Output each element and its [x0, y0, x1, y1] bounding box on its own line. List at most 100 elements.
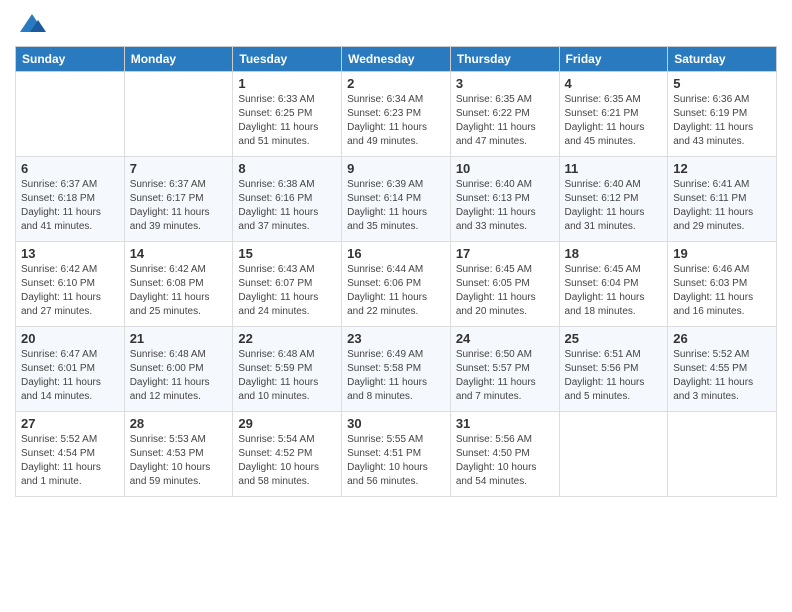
day-info: Sunrise: 6:44 AM Sunset: 6:06 PM Dayligh…	[347, 263, 445, 319]
day-number: 28	[130, 416, 228, 431]
calendar-cell: 18 Sunrise: 6:45 AM Sunset: 6:04 PM Dayli…	[559, 242, 668, 327]
weekday-header: Sunday	[16, 47, 125, 72]
day-number: 12	[673, 161, 771, 176]
day-number: 21	[130, 331, 228, 346]
day-number: 25	[565, 331, 663, 346]
day-info: Sunrise: 6:39 AM Sunset: 6:14 PM Dayligh…	[347, 178, 445, 234]
day-info: Sunrise: 6:47 AM Sunset: 6:01 PM Dayligh…	[21, 348, 119, 404]
weekday-header: Saturday	[668, 47, 777, 72]
weekday-row: SundayMondayTuesdayWednesdayThursdayFrid…	[16, 47, 777, 72]
day-number: 1	[238, 76, 336, 91]
day-number: 17	[456, 246, 554, 261]
day-number: 27	[21, 416, 119, 431]
day-info: Sunrise: 6:45 AM Sunset: 6:05 PM Dayligh…	[456, 263, 554, 319]
day-info: Sunrise: 6:46 AM Sunset: 6:03 PM Dayligh…	[673, 263, 771, 319]
weekday-header: Tuesday	[233, 47, 342, 72]
calendar-cell	[16, 72, 125, 157]
day-number: 24	[456, 331, 554, 346]
calendar-cell: 16 Sunrise: 6:44 AM Sunset: 6:06 PM Dayli…	[342, 242, 451, 327]
calendar-table: SundayMondayTuesdayWednesdayThursdayFrid…	[15, 46, 777, 497]
day-number: 15	[238, 246, 336, 261]
calendar-cell	[559, 412, 668, 497]
calendar-cell: 20 Sunrise: 6:47 AM Sunset: 6:01 PM Dayli…	[16, 327, 125, 412]
weekday-header: Monday	[124, 47, 233, 72]
calendar-cell: 12 Sunrise: 6:41 AM Sunset: 6:11 PM Dayli…	[668, 157, 777, 242]
day-number: 2	[347, 76, 445, 91]
day-number: 18	[565, 246, 663, 261]
calendar-cell: 4 Sunrise: 6:35 AM Sunset: 6:21 PM Daylig…	[559, 72, 668, 157]
calendar-week-row: 13Sunrise: 6:42 AM Sunset: 6:10 PM Dayli…	[16, 242, 777, 327]
day-number: 7	[130, 161, 228, 176]
day-number: 29	[238, 416, 336, 431]
calendar-cell	[668, 412, 777, 497]
calendar-cell: 21Sunrise: 6:48 AM Sunset: 6:00 PM Dayli…	[124, 327, 233, 412]
calendar-cell: 19 Sunrise: 6:46 AM Sunset: 6:03 PM Dayli…	[668, 242, 777, 327]
day-number: 26	[673, 331, 771, 346]
day-info: Sunrise: 5:52 AM Sunset: 4:55 PM Dayligh…	[673, 348, 771, 404]
calendar-body: 1 Sunrise: 6:33 AM Sunset: 6:25 PM Daylig…	[16, 72, 777, 497]
day-number: 16	[347, 246, 445, 261]
calendar-cell: 25 Sunrise: 6:51 AM Sunset: 5:56 PM Dayli…	[559, 327, 668, 412]
calendar-cell: 31 Sunrise: 5:56 AM Sunset: 4:50 PM Dayli…	[450, 412, 559, 497]
day-info: Sunrise: 6:50 AM Sunset: 5:57 PM Dayligh…	[456, 348, 554, 404]
day-info: Sunrise: 6:48 AM Sunset: 5:59 PM Dayligh…	[238, 348, 336, 404]
day-number: 11	[565, 161, 663, 176]
day-number: 20	[21, 331, 119, 346]
day-info: Sunrise: 6:51 AM Sunset: 5:56 PM Dayligh…	[565, 348, 663, 404]
calendar-cell: 24 Sunrise: 6:50 AM Sunset: 5:57 PM Dayli…	[450, 327, 559, 412]
day-info: Sunrise: 6:37 AM Sunset: 6:17 PM Dayligh…	[130, 178, 228, 234]
day-number: 5	[673, 76, 771, 91]
day-number: 14	[130, 246, 228, 261]
calendar-cell	[124, 72, 233, 157]
day-number: 23	[347, 331, 445, 346]
weekday-header: Friday	[559, 47, 668, 72]
day-info: Sunrise: 6:41 AM Sunset: 6:11 PM Dayligh…	[673, 178, 771, 234]
calendar-cell: 13Sunrise: 6:42 AM Sunset: 6:10 PM Dayli…	[16, 242, 125, 327]
calendar-cell: 6 Sunrise: 6:37 AM Sunset: 6:18 PM Daylig…	[16, 157, 125, 242]
day-number: 8	[238, 161, 336, 176]
calendar-cell: 9 Sunrise: 6:39 AM Sunset: 6:14 PM Daylig…	[342, 157, 451, 242]
day-number: 22	[238, 331, 336, 346]
day-number: 19	[673, 246, 771, 261]
calendar-cell: 27Sunrise: 5:52 AM Sunset: 4:54 PM Dayli…	[16, 412, 125, 497]
calendar-cell: 3 Sunrise: 6:35 AM Sunset: 6:22 PM Daylig…	[450, 72, 559, 157]
calendar-cell: 17 Sunrise: 6:45 AM Sunset: 6:05 PM Dayli…	[450, 242, 559, 327]
day-info: Sunrise: 6:45 AM Sunset: 6:04 PM Dayligh…	[565, 263, 663, 319]
calendar-cell: 14 Sunrise: 6:42 AM Sunset: 6:08 PM Dayli…	[124, 242, 233, 327]
day-info: Sunrise: 6:40 AM Sunset: 6:13 PM Dayligh…	[456, 178, 554, 234]
day-info: Sunrise: 6:35 AM Sunset: 6:21 PM Dayligh…	[565, 93, 663, 149]
calendar-cell: 29 Sunrise: 5:54 AM Sunset: 4:52 PM Dayli…	[233, 412, 342, 497]
day-info: Sunrise: 6:35 AM Sunset: 6:22 PM Dayligh…	[456, 93, 554, 149]
calendar-week-row: 27Sunrise: 5:52 AM Sunset: 4:54 PM Dayli…	[16, 412, 777, 497]
day-info: Sunrise: 6:40 AM Sunset: 6:12 PM Dayligh…	[565, 178, 663, 234]
day-info: Sunrise: 5:56 AM Sunset: 4:50 PM Dayligh…	[456, 433, 554, 489]
calendar-cell: 30Sunrise: 5:55 AM Sunset: 4:51 PM Dayli…	[342, 412, 451, 497]
calendar-cell: 2Sunrise: 6:34 AM Sunset: 6:23 PM Daylig…	[342, 72, 451, 157]
day-number: 3	[456, 76, 554, 91]
day-info: Sunrise: 6:37 AM Sunset: 6:18 PM Dayligh…	[21, 178, 119, 234]
day-info: Sunrise: 6:42 AM Sunset: 6:10 PM Dayligh…	[21, 263, 119, 319]
calendar-cell: 22 Sunrise: 6:48 AM Sunset: 5:59 PM Dayli…	[233, 327, 342, 412]
calendar-week-row: 20 Sunrise: 6:47 AM Sunset: 6:01 PM Dayli…	[16, 327, 777, 412]
day-info: Sunrise: 5:53 AM Sunset: 4:53 PM Dayligh…	[130, 433, 228, 489]
day-info: Sunrise: 5:54 AM Sunset: 4:52 PM Dayligh…	[238, 433, 336, 489]
weekday-header: Wednesday	[342, 47, 451, 72]
day-info: Sunrise: 6:49 AM Sunset: 5:58 PM Dayligh…	[347, 348, 445, 404]
calendar-cell: 7 Sunrise: 6:37 AM Sunset: 6:17 PM Daylig…	[124, 157, 233, 242]
day-info: Sunrise: 6:43 AM Sunset: 6:07 PM Dayligh…	[238, 263, 336, 319]
calendar-cell: 10Sunrise: 6:40 AM Sunset: 6:13 PM Dayli…	[450, 157, 559, 242]
page: SundayMondayTuesdayWednesdayThursdayFrid…	[0, 0, 792, 612]
day-number: 4	[565, 76, 663, 91]
day-info: Sunrise: 6:42 AM Sunset: 6:08 PM Dayligh…	[130, 263, 228, 319]
day-number: 9	[347, 161, 445, 176]
calendar-week-row: 1 Sunrise: 6:33 AM Sunset: 6:25 PM Daylig…	[16, 72, 777, 157]
day-info: Sunrise: 6:33 AM Sunset: 6:25 PM Dayligh…	[238, 93, 336, 149]
header	[15, 10, 777, 38]
calendar-cell: 15 Sunrise: 6:43 AM Sunset: 6:07 PM Dayli…	[233, 242, 342, 327]
calendar-cell: 8Sunrise: 6:38 AM Sunset: 6:16 PM Daylig…	[233, 157, 342, 242]
logo-icon	[18, 10, 46, 38]
day-number: 30	[347, 416, 445, 431]
day-number: 6	[21, 161, 119, 176]
day-number: 31	[456, 416, 554, 431]
logo	[15, 10, 46, 38]
